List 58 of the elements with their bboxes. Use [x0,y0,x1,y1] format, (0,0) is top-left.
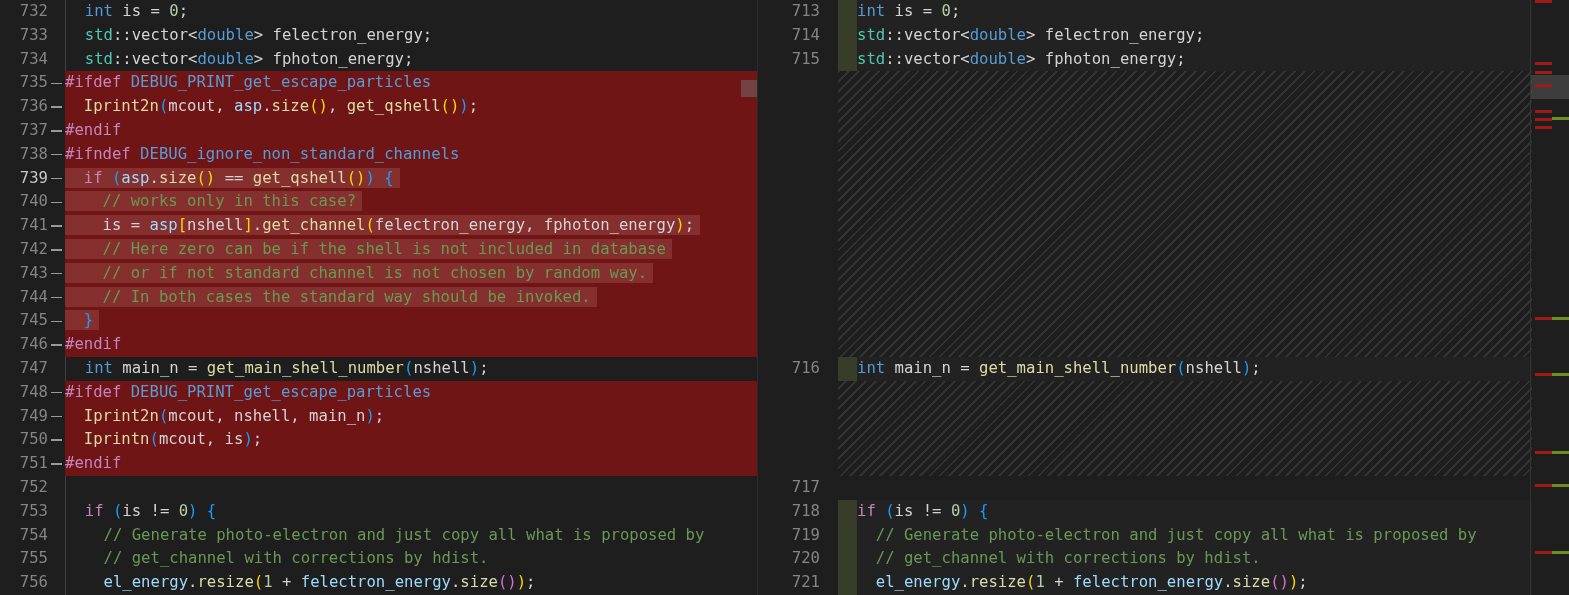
removed-line-marker [51,106,62,108]
line-number: 740 [18,191,48,213]
line-number: 720 [790,548,820,570]
line-number: 714 [790,24,820,46]
removed-line-marker [51,296,62,299]
line-number: 738 [18,143,48,165]
removed-line-marker [51,153,62,156]
removed-line-marker [51,391,62,394]
line-number: 732 [18,1,48,22]
line-number: 734 [18,48,48,70]
removed-line-marker [51,177,62,180]
line-number: 716 [790,358,820,379]
removed-line-marker [51,439,62,441]
line-number: 735 [18,72,48,94]
line-number: 737 [18,120,48,141]
removed-line-marker [51,272,62,275]
removed-line-marker [51,130,62,132]
code-line: int is = 0; [65,0,757,24]
removed-line-marker [51,415,62,418]
line-number: 746 [18,334,48,356]
removed-line-marker [51,225,62,227]
line-number: 748 [18,381,48,403]
removed-line-marker [51,463,62,465]
line-number: 736 [18,96,48,118]
code-line: // get_channel with corrections by hdist. [65,547,757,572]
code-line: el_energy.resize(1 + felectron_energy.size()); [65,571,757,595]
line-number: 745 [18,310,48,332]
line-number: 749 [18,405,48,427]
line-number: 715 [790,48,820,70]
line-number: 717 [790,476,820,498]
removed-line-marker [51,249,62,251]
removed-line-marker [51,320,62,322]
line-number: 751 [18,453,48,475]
line-number: 754 [18,524,48,546]
removed-line-marker [51,344,62,346]
line-number: 756 [18,572,48,594]
removed-line-marker [51,82,62,85]
line-number: 721 [790,572,820,594]
line-number: 747 [18,357,48,379]
line-number: 719 [790,524,820,546]
line-number: 743 [18,262,48,284]
line-number: 752 [18,476,48,498]
code-line: std::vector<double> felectron_energy; [65,23,757,48]
line-number: 733 [18,24,48,46]
line-number: 742 [18,238,48,260]
line-number: 753 [18,500,48,522]
removed-line-marker [51,201,62,203]
scrollbar-thumb[interactable] [741,80,757,97]
code-line: int main_n = get_main_shell_number(nshell); [65,356,757,381]
code-line: if (is != 0) { [65,499,757,524]
line-number: 718 [790,500,820,522]
line-number: 744 [18,286,48,308]
code-line: // Generate photo-electron and just copy all what is proposed by [65,523,757,548]
line-number: 741 [18,215,48,237]
line-number: 755 [18,548,48,570]
line-number: 750 [18,429,48,451]
line-number: 739 [18,167,48,189]
line-number: 713 [790,1,820,22]
